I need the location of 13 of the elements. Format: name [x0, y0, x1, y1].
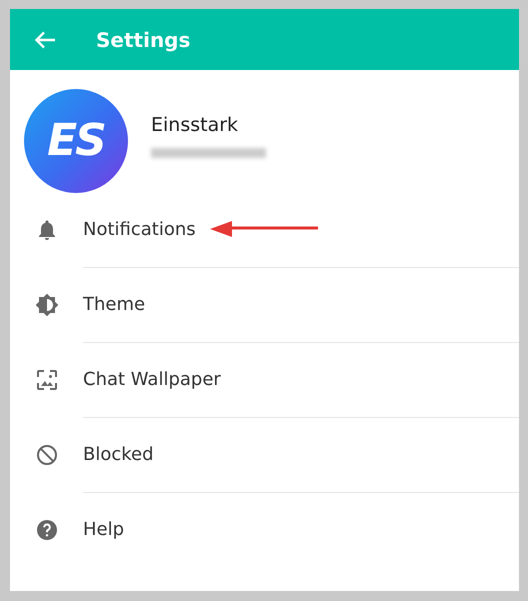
- avatar: ES: [24, 88, 128, 192]
- menu-item[interactable]: Notifications: [83, 218, 196, 240]
- blocked-icon: [35, 442, 59, 466]
- menu-item[interactable]: Help: [83, 519, 124, 540]
- menu-item[interactable]: Blocked: [83, 444, 154, 464]
- profile-name: Einsstark: [151, 114, 240, 136]
- image-icon: [35, 368, 59, 392]
- theme-icon: [35, 292, 59, 316]
- header-title: Settings: [96, 28, 190, 52]
- help-icon: [35, 518, 59, 542]
- menu-item[interactable]: Theme: [83, 294, 146, 314]
- menu-item[interactable]: Chat Wallpaper: [83, 368, 221, 390]
- back-arrow-icon[interactable]: [34, 30, 56, 48]
